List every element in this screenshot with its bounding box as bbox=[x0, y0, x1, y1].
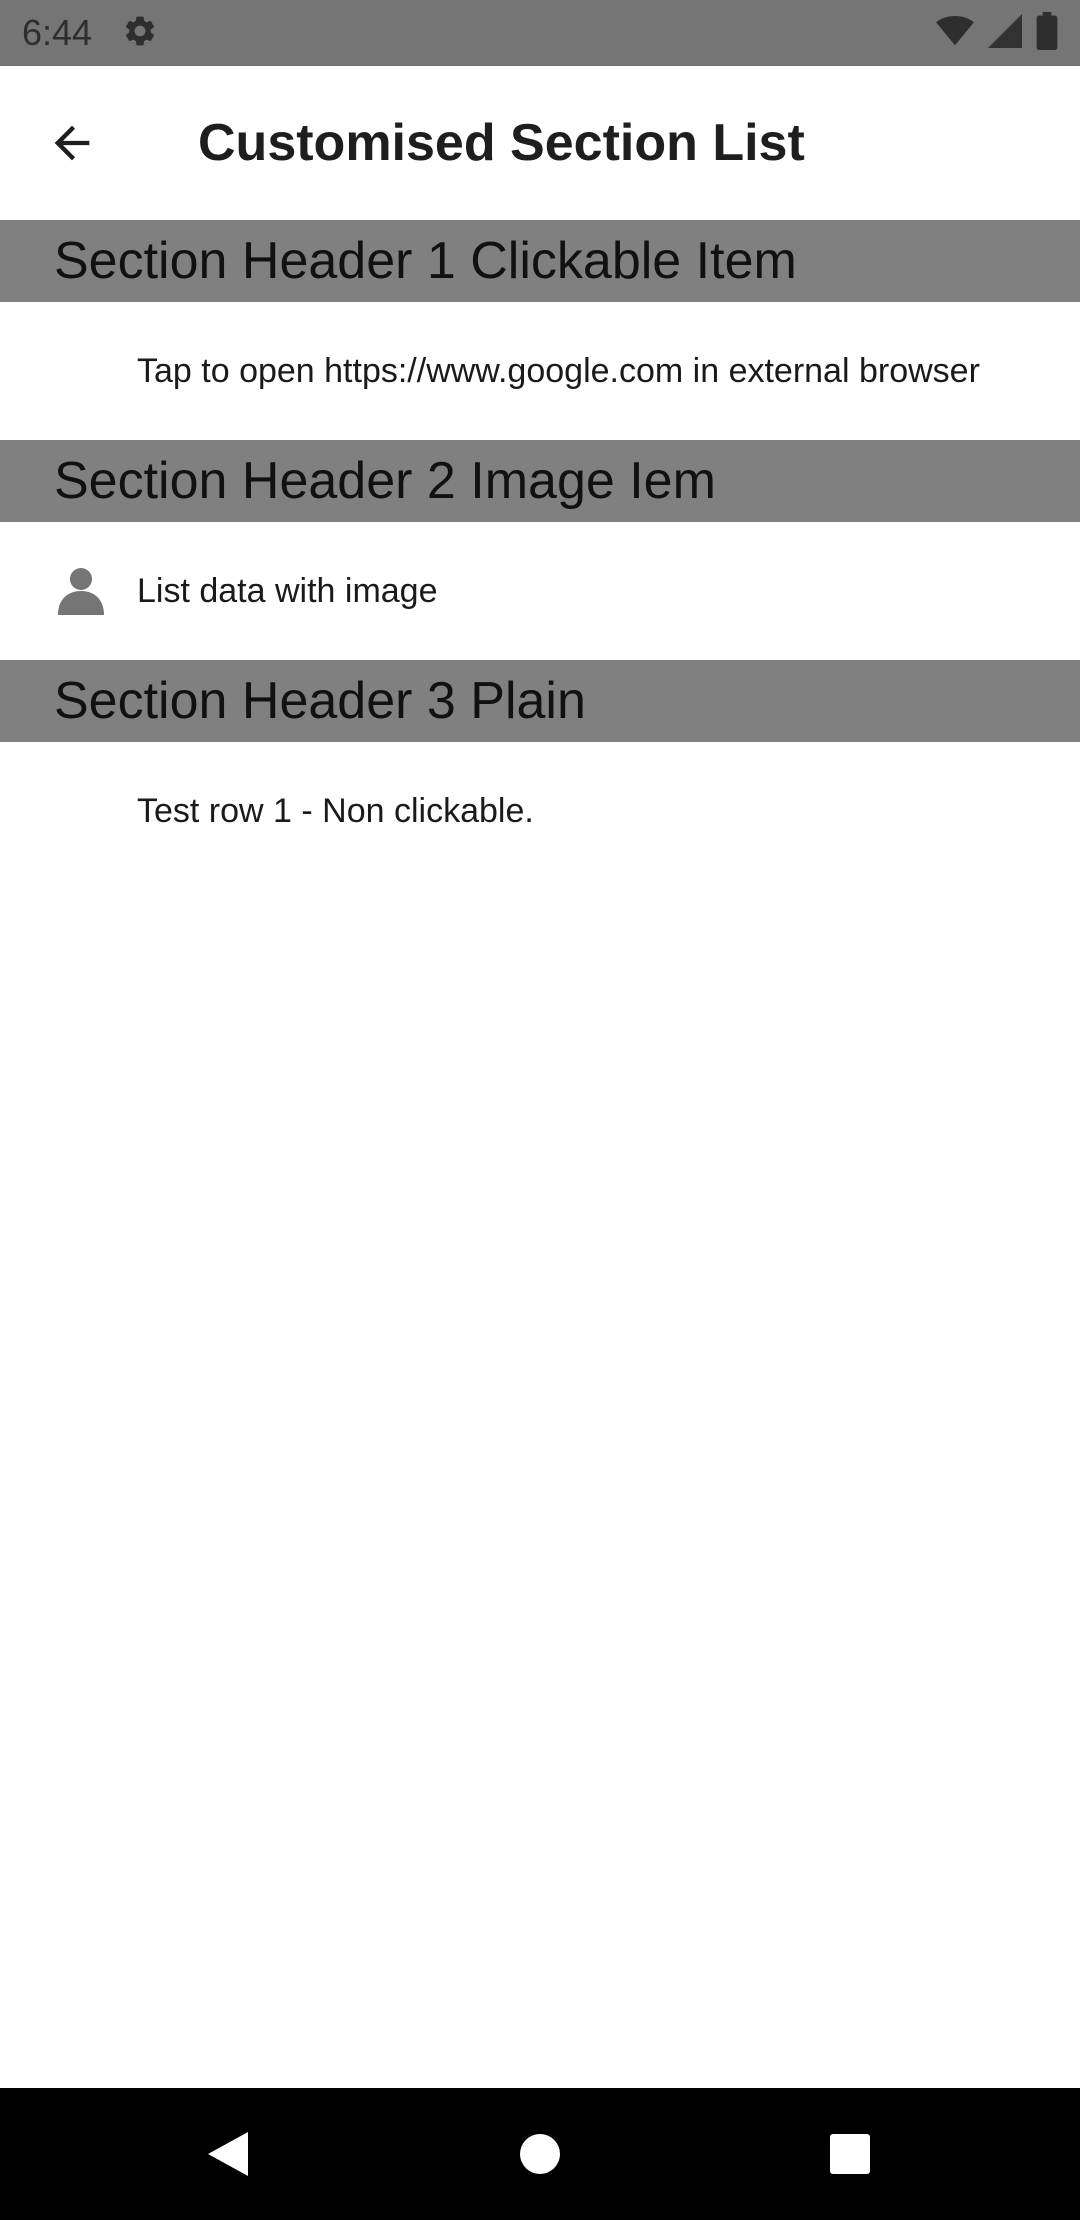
status-left: 6:44 bbox=[22, 12, 158, 54]
recents-square-icon bbox=[830, 2134, 870, 2174]
section-header-3: Section Header 3 Plain bbox=[0, 660, 1080, 742]
battery-icon bbox=[1036, 11, 1058, 55]
list-item-plain: Test row 1 - Non clickable. bbox=[0, 742, 1080, 880]
back-triangle-icon bbox=[208, 2132, 248, 2176]
person-icon bbox=[58, 567, 104, 615]
wifi-icon bbox=[936, 14, 974, 53]
status-right bbox=[936, 11, 1058, 55]
list-item-image[interactable]: List data with image bbox=[0, 522, 1080, 660]
app-bar: Customised Section List bbox=[0, 66, 1080, 220]
list-item-clickable[interactable]: Tap to open https://www.google.com in ex… bbox=[0, 302, 1080, 440]
nav-recents-button[interactable] bbox=[829, 2133, 871, 2175]
section-header-1: Section Header 1 Clickable Item bbox=[0, 220, 1080, 302]
page-title: Customised Section List bbox=[198, 114, 805, 172]
signal-icon bbox=[988, 13, 1022, 53]
nav-home-button[interactable] bbox=[519, 2133, 561, 2175]
nav-back-button[interactable] bbox=[206, 2130, 250, 2178]
list-item-text: Tap to open https://www.google.com in ex… bbox=[137, 351, 980, 390]
status-time: 6:44 bbox=[22, 12, 93, 53]
section-header-2: Section Header 2 Image Iem bbox=[0, 440, 1080, 522]
section-list[interactable]: Section Header 1 Clickable Item Tap to o… bbox=[0, 220, 1080, 880]
system-nav-bar bbox=[0, 2088, 1080, 2220]
back-button[interactable] bbox=[40, 111, 104, 175]
list-item-text: List data with image bbox=[137, 571, 438, 610]
settings-icon bbox=[122, 13, 158, 54]
home-circle-icon bbox=[520, 2134, 560, 2174]
arrow-back-icon bbox=[54, 125, 90, 161]
status-bar: 6:44 bbox=[0, 0, 1080, 66]
list-item-text: Test row 1 - Non clickable. bbox=[137, 791, 534, 830]
